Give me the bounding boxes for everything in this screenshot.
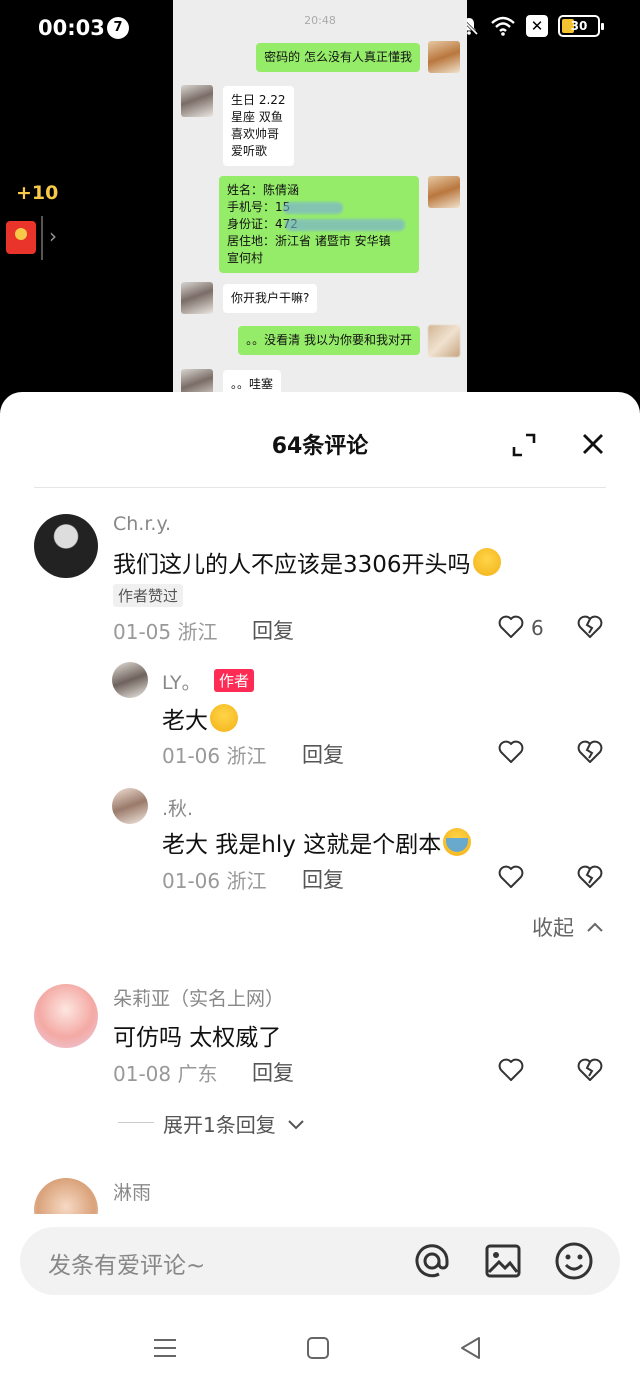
comment-count-title: 64条评论 — [271, 434, 369, 459]
panel-divider — [34, 487, 606, 488]
heart-icon[interactable] — [497, 863, 525, 891]
avatar[interactable] — [112, 788, 148, 824]
like-count: 6 — [531, 616, 544, 640]
reply-button[interactable]: 回复 — [252, 615, 294, 645]
chat-avatar-right — [428, 41, 460, 73]
chat-avatar-right — [428, 176, 460, 208]
chevron-up-icon — [586, 922, 603, 932]
redacted-blur — [283, 202, 343, 214]
crying-emoji-icon — [443, 828, 472, 856]
comment-date: 01-06 浙江 — [162, 869, 267, 893]
heart-icon[interactable] — [497, 1056, 525, 1084]
avatar[interactable] — [112, 662, 148, 698]
comment-text-content: 老大 我是hly 这就是个剧本 — [162, 832, 442, 858]
nav-home-icon[interactable] — [305, 1335, 331, 1361]
avatar[interactable] — [34, 984, 98, 1048]
comment-text: 可仿吗 太权威了 — [113, 1025, 282, 1051]
chat-avatar-left — [181, 282, 213, 314]
status-time: 00:03 — [38, 16, 105, 40]
comment-author[interactable]: LY。 — [162, 668, 201, 695]
expand-replies-label: 展开1条回复 — [163, 1113, 276, 1137]
image-icon[interactable] — [482, 1240, 524, 1282]
battery-icon: 30 — [558, 15, 604, 37]
heart-icon[interactable] — [497, 738, 525, 766]
redacted-blur — [285, 219, 405, 231]
comment-text: 老大 — [162, 701, 238, 735]
comment-text: 我们这儿的人不应该是3306开头吗 — [113, 545, 501, 579]
comment-author[interactable]: 淋雨 — [113, 1178, 151, 1205]
screen: 00:03 7 ✕ 30 +10 › 20:48 密码的 怎么没有人真正懂我 生… — [0, 0, 640, 1387]
expand-replies-button[interactable]: 展开1条回复 — [163, 1109, 306, 1138]
chat-bubble: 。。没看清 我以为你要和我对开 — [238, 326, 420, 355]
broken-heart-icon[interactable] — [576, 863, 604, 891]
chat-screenshot: 20:48 密码的 怎么没有人真正懂我 生日 2.22 星座 双鱼 喜欢帅哥 爱… — [173, 0, 467, 400]
nav-back-icon[interactable] — [458, 1335, 484, 1361]
author-badge: 作者 — [214, 669, 255, 692]
comment-input-placeholder[interactable]: 发条有爱评论~ — [48, 1246, 205, 1280]
close-icon[interactable] — [579, 430, 607, 458]
reply-button[interactable]: 回复 — [302, 864, 344, 894]
expand-line — [118, 1122, 154, 1123]
reward-amount: +10 — [16, 182, 59, 204]
system-nav-bar — [0, 1305, 640, 1387]
comment-author[interactable]: .秋. — [162, 794, 193, 821]
author-liked-tag: 作者赞过 — [113, 584, 184, 607]
collapse-replies-button[interactable]: 收起 — [532, 912, 605, 942]
avatar[interactable] — [34, 514, 98, 578]
expand-icon[interactable] — [511, 432, 537, 458]
at-icon[interactable] — [411, 1240, 453, 1282]
comment-text-content: 我们这儿的人不应该是3306开头吗 — [113, 552, 471, 578]
reply-button[interactable]: 回复 — [302, 739, 344, 769]
chat-avatar-right — [428, 325, 460, 357]
wifi-icon — [491, 16, 515, 36]
close-box-icon: ✕ — [526, 15, 548, 37]
reply-button[interactable]: 回复 — [252, 1057, 294, 1087]
chat-avatar-left — [181, 85, 213, 117]
notification-badge: 7 — [107, 17, 129, 39]
chevron-down-icon — [288, 1120, 304, 1130]
nav-menu-icon[interactable] — [152, 1335, 178, 1361]
emoji-icon[interactable] — [553, 1240, 595, 1282]
comment-date: 01-06 浙江 — [162, 744, 267, 768]
comment-author[interactable]: 朵莉亚（实名上网） — [113, 984, 284, 1011]
reward-divider — [41, 216, 43, 260]
comment-date: 01-08 广东 — [113, 1062, 218, 1086]
broken-heart-icon[interactable] — [576, 738, 604, 766]
broken-heart-icon[interactable] — [576, 613, 604, 641]
chat-timestamp: 20:48 — [304, 14, 336, 27]
collapse-label: 收起 — [532, 916, 574, 940]
chat-bubble: 生日 2.22 星座 双鱼 喜欢帅哥 爱听歌 — [223, 86, 294, 166]
laugh-cry-emoji-icon — [472, 548, 501, 576]
broken-heart-icon[interactable] — [576, 1056, 604, 1084]
status-icons: ✕ 30 — [458, 15, 604, 37]
red-envelope-icon[interactable] — [6, 221, 36, 254]
comment-input-bar[interactable]: 发条有爱评论~ — [20, 1227, 620, 1295]
yum-emoji-icon — [210, 704, 238, 732]
comment-text-content: 老大 — [162, 708, 208, 734]
chat-bubble: 你开我户干嘛? — [223, 284, 318, 313]
comment-author[interactable]: Ch.r.y. — [113, 513, 171, 535]
chat-bubble: 密码的 怎么没有人真正懂我 — [256, 43, 420, 72]
chevron-right-icon[interactable]: › — [49, 224, 57, 248]
battery-level: 30 — [570, 19, 588, 33]
heart-icon[interactable] — [497, 613, 525, 641]
comment-date: 01-05 浙江 — [113, 620, 218, 644]
comment-text: 老大 我是hly 这就是个剧本 — [162, 825, 472, 859]
